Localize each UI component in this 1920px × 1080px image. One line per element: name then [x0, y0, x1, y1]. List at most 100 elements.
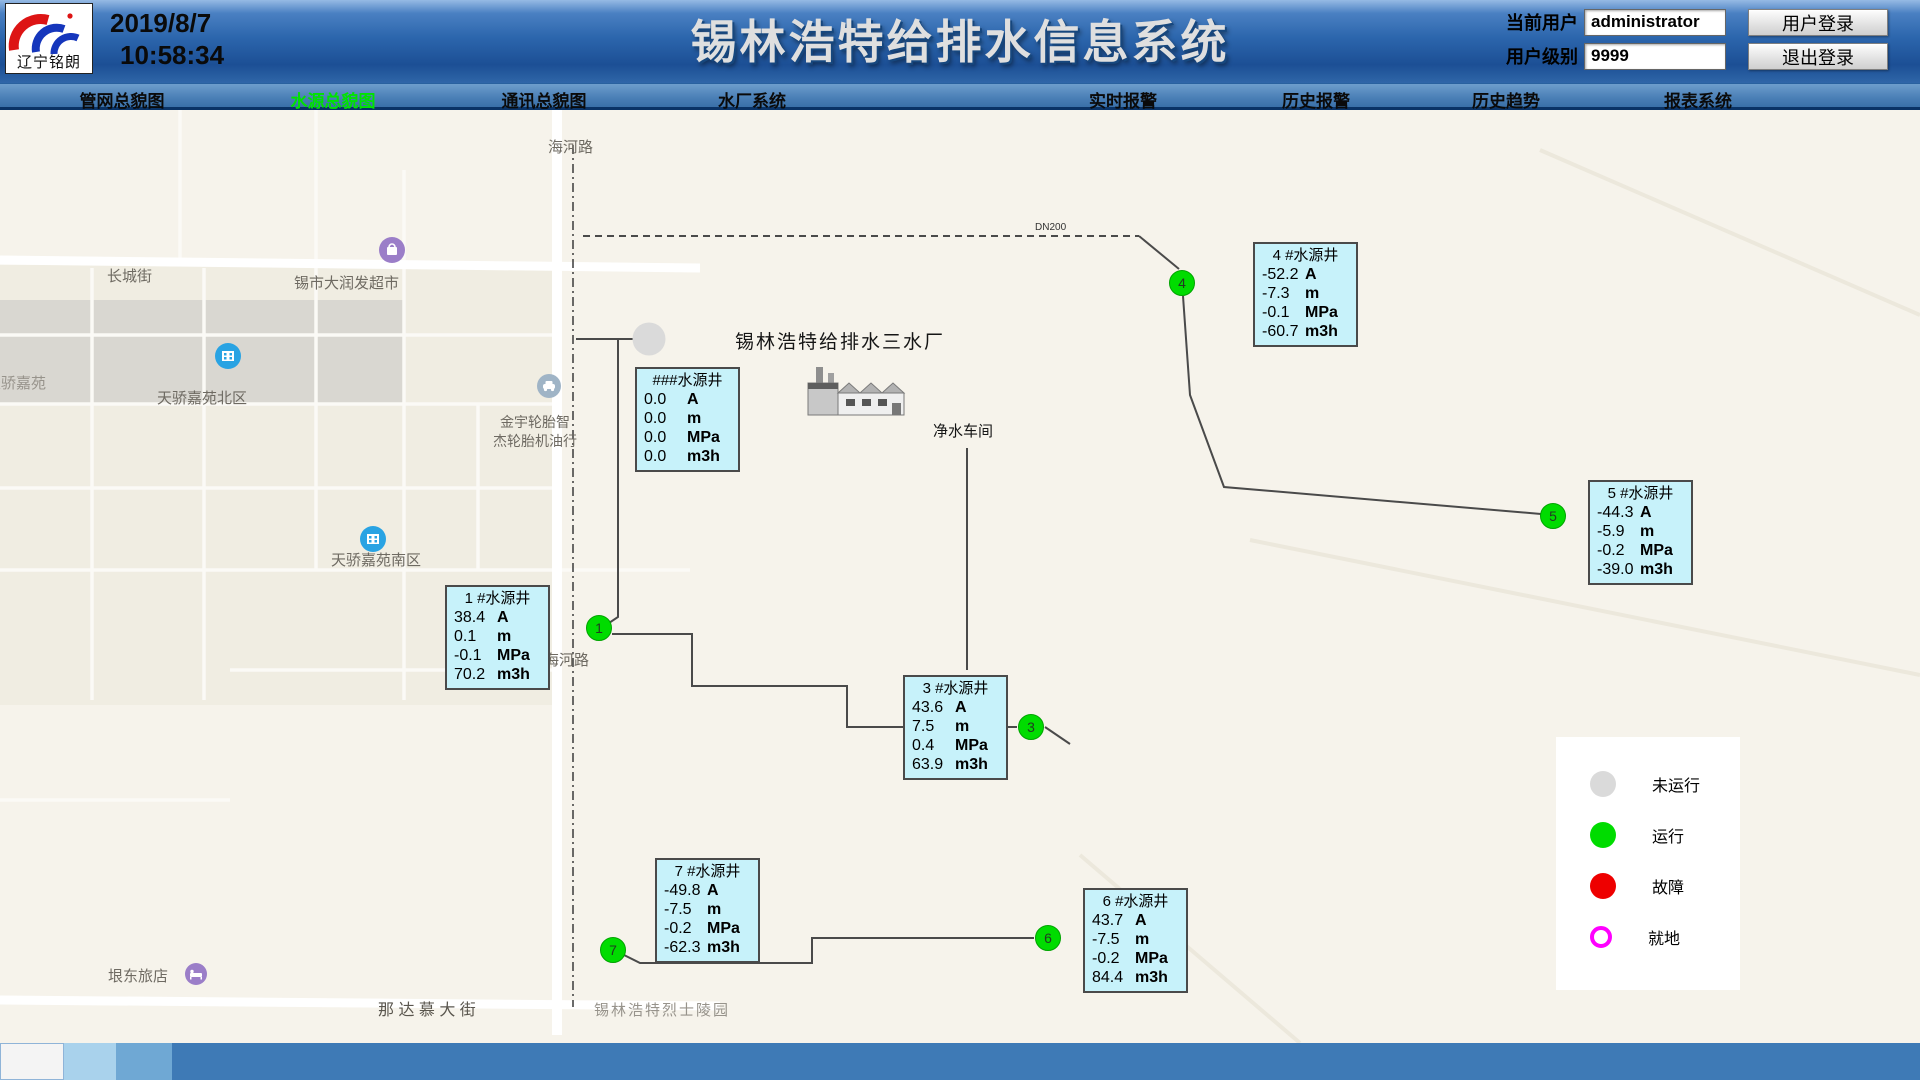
well-data-box[interactable]: 7 #水源井 -49.8A -7.5m -0.2MPa -62.3m3h [655, 858, 760, 963]
nav-bar: 管网总貌图 水源总貌图 通讯总貌图 水厂系统 实时报警 历史报警 历史趋势 报表系统 [0, 83, 1920, 110]
bottom-white-box [0, 1043, 64, 1080]
legend-item: 故障 [1556, 867, 1740, 905]
user-level-input[interactable] [1584, 43, 1726, 70]
well-status-indicator-1[interactable]: 1 [586, 615, 612, 641]
user-panel: 当前用户 用户登录 用户级别 退出登录 [1506, 8, 1888, 76]
legend-label: 就地 [1648, 925, 1680, 949]
well-data-box[interactable]: 4 #水源井 -52.2A -7.3m -0.1MPa -60.7m3h [1253, 242, 1358, 347]
well-title: 1 #水源井 [447, 589, 548, 608]
nav-tab-8[interactable]: 报表系统 [1664, 87, 1732, 112]
nav-tab-3[interactable]: 通讯总貌图 [502, 87, 587, 112]
well-row-level: -7.3m [1255, 284, 1356, 303]
legend-status-dot [1590, 873, 1616, 899]
well-status-indicator-5[interactable]: 5 [1540, 503, 1566, 529]
page-title: 锡林浩特给排水信息系统 [691, 6, 1230, 72]
well-value: -0.2 [1597, 541, 1640, 560]
legend-status-dot [1590, 926, 1612, 948]
well-row-flow: -39.0m3h [1590, 560, 1691, 579]
well-unit: m3h [687, 447, 731, 466]
legend-label: 故障 [1652, 874, 1684, 898]
label-tianjiao-south: 天骄嘉苑南区 [331, 549, 421, 570]
well-value: -0.1 [454, 646, 497, 665]
well-row-flow: -62.3m3h [657, 938, 758, 957]
nav-tab-7[interactable]: 历史趋势 [1472, 87, 1540, 112]
nav-tab-2[interactable]: 水源总貌图 [291, 87, 376, 112]
well-row-flow: 0.0m3h [637, 447, 738, 466]
well-data-box[interactable]: 6 #水源井 43.7A -7.5m -0.2MPa 84.4m3h [1083, 888, 1188, 993]
label-supermarket: 锡市大润发超市 [294, 272, 399, 293]
well-unit: MPa [707, 919, 751, 938]
well-row-pressure: 0.0MPa [637, 428, 738, 447]
well-value: 43.7 [1092, 911, 1135, 930]
well-value: 0.0 [644, 409, 687, 428]
well-title: 5 #水源井 [1590, 484, 1691, 503]
well-unit: m3h [1305, 322, 1349, 341]
legend-item: 运行 [1556, 816, 1740, 854]
well-value: 0.1 [454, 627, 497, 646]
well-value: -7.5 [1092, 930, 1135, 949]
well-row-current: 43.7A [1085, 911, 1186, 930]
well-unit: A [1640, 503, 1684, 522]
well-unit: m [1135, 930, 1179, 949]
well-data-box[interactable]: ###水源井 0.0A 0.0m 0.0MPa 0.0m3h [635, 367, 740, 472]
well-status-indicator-3[interactable]: 3 [1018, 714, 1044, 740]
label-tire-shop-2: 杰轮胎机油行 [493, 431, 577, 451]
well-data-box[interactable]: 1 #水源井 38.4A 0.1m -0.1MPa 70.2m3h [445, 585, 550, 690]
well-row-flow: 84.4m3h [1085, 968, 1186, 987]
hotel-bed-icon [185, 963, 207, 985]
well-row-flow: 63.9m3h [905, 755, 1006, 774]
well-value: 0.4 [912, 736, 955, 755]
well-title: 4 #水源井 [1255, 246, 1356, 265]
well-unit: m [1640, 522, 1684, 541]
well-row-current: -52.2A [1255, 265, 1356, 284]
logout-button[interactable]: 退出登录 [1748, 43, 1888, 70]
well-unit: A [707, 881, 751, 900]
nav-tab-1[interactable]: 管网总貌图 [80, 87, 165, 112]
well-row-level: -7.5m [657, 900, 758, 919]
well-status-indicator-4[interactable]: 4 [1169, 270, 1195, 296]
well-unit: MPa [1640, 541, 1684, 560]
login-button[interactable]: 用户登录 [1748, 9, 1888, 36]
label-nadamu-street: 那 达 慕 大 街 [378, 996, 476, 1020]
well-unit: A [1305, 265, 1349, 284]
plant-title: 锡林浩特给排水三水厂 [735, 327, 945, 354]
logo-text: 辽宁铭朗 [6, 51, 92, 72]
legend-label: 未运行 [1652, 772, 1700, 796]
well-value: -62.3 [664, 938, 707, 957]
bottom-bar [0, 1043, 1920, 1080]
date-text: 2019/8/7 [110, 7, 224, 39]
well-unit: A [955, 698, 999, 717]
label-hotel: 垠东旅店 [108, 965, 168, 986]
water-patch-light [64, 1043, 116, 1080]
well-value: -0.2 [664, 919, 707, 938]
well-unit: m3h [1640, 560, 1684, 579]
well-value: -5.9 [1597, 522, 1640, 541]
well-data-box[interactable]: 3 #水源井 43.6A 7.5m 0.4MPa 63.9m3h [903, 675, 1008, 780]
well-value: -52.2 [1262, 265, 1305, 284]
well-value: 7.5 [912, 717, 955, 736]
nav-tab-4[interactable]: 水厂系统 [718, 87, 786, 112]
plant-room-label: 净水车间 [933, 420, 993, 441]
well-status-indicator-6[interactable]: 6 [1035, 925, 1061, 951]
well-row-current: -49.8A [657, 881, 758, 900]
map-area: 长城街 锡市大润发超市 天骄嘉苑 天骄嘉苑北区 金宇轮胎智 杰轮胎机油行 天骄嘉… [0, 110, 1920, 1043]
well-row-current: -44.3A [1590, 503, 1691, 522]
well-unit: m [707, 900, 751, 919]
well-row-pressure: -0.2MPa [657, 919, 758, 938]
legend-item: 就地 [1556, 918, 1740, 956]
label-haihe-road-top: 海河路 [548, 135, 567, 161]
well-unit: MPa [955, 736, 999, 755]
well-row-pressure: -0.1MPa [447, 646, 548, 665]
current-user-label: 当前用户 [1506, 9, 1578, 35]
well-row-level: -7.5m [1085, 930, 1186, 949]
nav-tab-6[interactable]: 历史报警 [1282, 87, 1350, 112]
well-status-indicator-x[interactable] [633, 323, 666, 356]
well-row-level: -5.9m [1590, 522, 1691, 541]
nav-tab-5[interactable]: 实时报警 [1089, 87, 1157, 112]
well-status-indicator-7[interactable]: 7 [600, 937, 626, 963]
well-unit: m [1305, 284, 1349, 303]
current-user-input[interactable] [1584, 9, 1726, 36]
water-patch-dark [116, 1043, 172, 1080]
well-data-box[interactable]: 5 #水源井 -44.3A -5.9m -0.2MPa -39.0m3h [1588, 480, 1693, 585]
well-unit: m3h [955, 755, 999, 774]
